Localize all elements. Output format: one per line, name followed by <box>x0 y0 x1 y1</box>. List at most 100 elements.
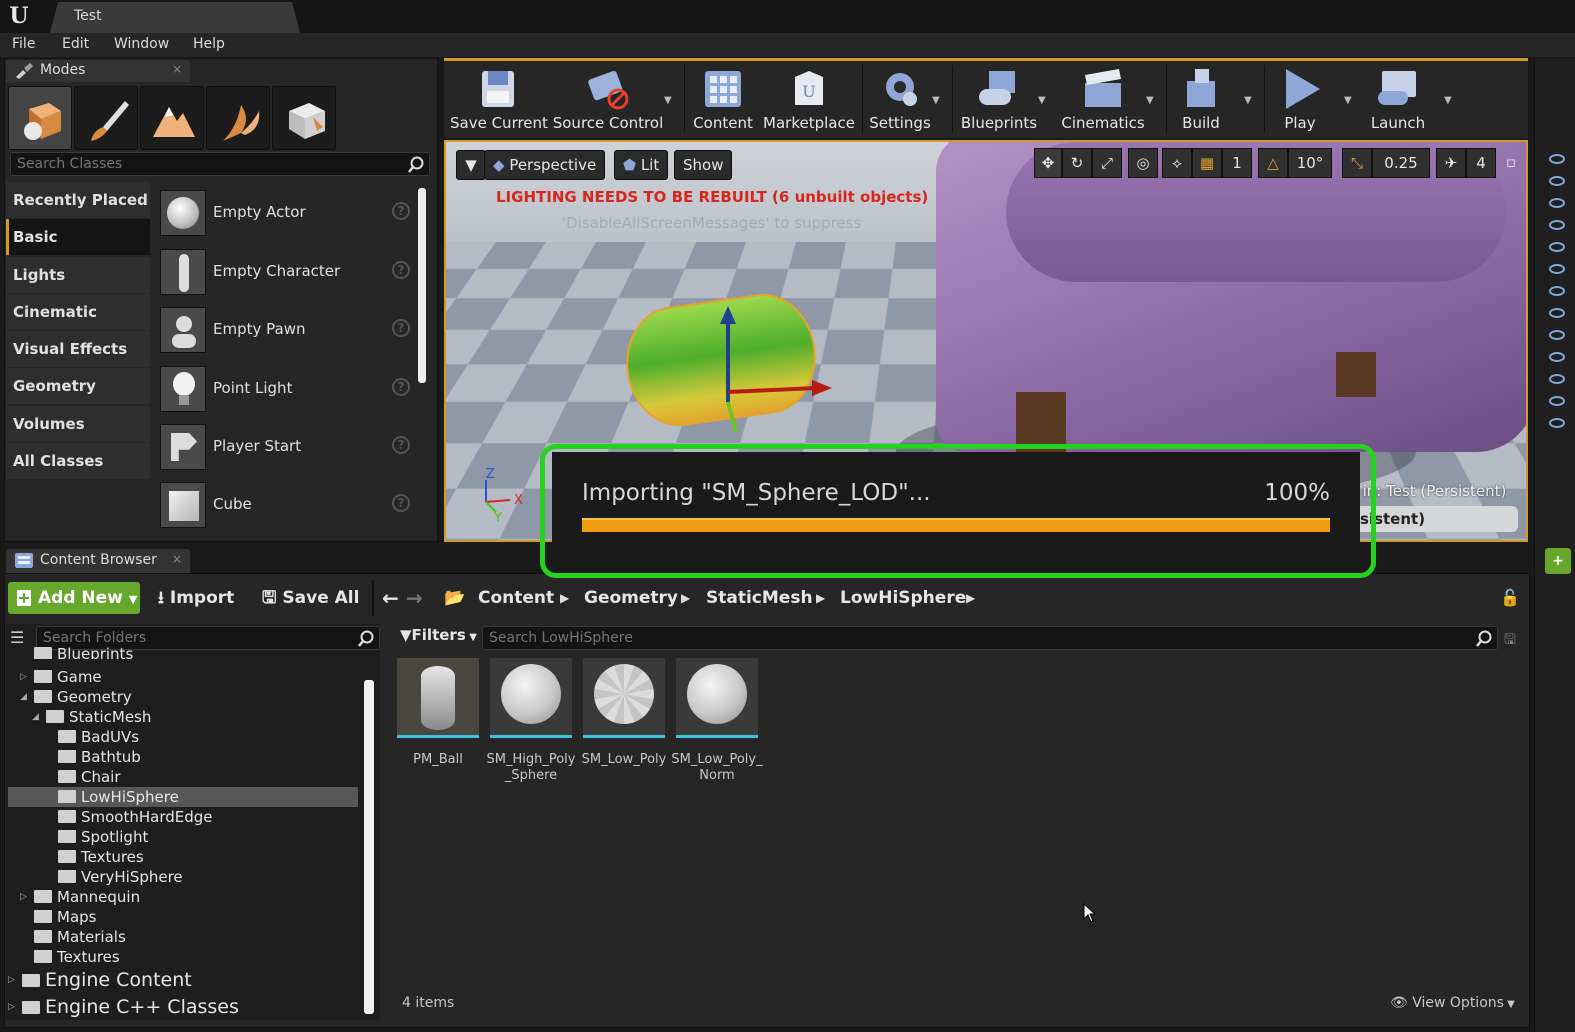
chevron-down-icon[interactable]: ▼ <box>1344 95 1352 106</box>
close-icon[interactable]: × <box>172 552 182 566</box>
tree-item-geometry[interactable]: ◢ Geometry <box>20 687 132 707</box>
place-item-empty-character[interactable]: Empty Character ? <box>156 245 416 303</box>
visibility-eye-icon[interactable] <box>1549 154 1565 164</box>
level-tab[interactable]: Test <box>50 2 300 33</box>
asset-tile[interactable]: SM_High_Poly _Sphere <box>487 658 575 788</box>
tree-item-game[interactable]: ▷ Game <box>20 667 102 687</box>
collapse-arrow-icon[interactable]: ◢ <box>20 687 27 707</box>
search-folders-field[interactable] <box>37 627 345 649</box>
visibility-eye-icon[interactable] <box>1549 242 1565 252</box>
tree-item-veryhisphere[interactable]: VeryHiSphere <box>58 867 183 887</box>
expand-arrow-icon[interactable]: ▷ <box>8 967 15 993</box>
search-classes-field[interactable] <box>11 153 388 175</box>
geometry-mode-button[interactable] <box>272 86 336 150</box>
add-component-icon[interactable]: + <box>1545 548 1571 574</box>
modes-tab[interactable]: Modes × <box>6 60 190 82</box>
menu-help[interactable]: Help <box>193 36 225 52</box>
help-icon[interactable]: ? <box>392 436 410 454</box>
menu-window[interactable]: Window <box>114 36 169 52</box>
visibility-eye-icon[interactable] <box>1549 198 1565 208</box>
import-button[interactable]: ⭳ Import <box>158 582 234 614</box>
world-space-icon[interactable]: ◎ <box>1128 148 1158 178</box>
content-browser-tab[interactable]: Content Browser × <box>6 549 190 573</box>
tree-item-blueprints[interactable]: Blueprints <box>34 647 133 659</box>
camera-speed-icon[interactable]: ✈ <box>1436 148 1466 178</box>
tree-item-engine-content[interactable]: ▷ Engine Content <box>8 967 192 993</box>
save-current-button[interactable]: Save Current <box>450 61 548 137</box>
category-volumes[interactable]: Volumes <box>6 406 150 442</box>
category-lights[interactable]: Lights <box>6 257 150 293</box>
menu-edit[interactable]: Edit <box>62 36 89 52</box>
breadcrumb-arrow-icon[interactable]: ▶ <box>560 582 569 614</box>
visibility-eye-icon[interactable] <box>1549 220 1565 230</box>
place-item-empty-pawn[interactable]: Empty Pawn ? <box>156 303 416 361</box>
blueprints-button[interactable]: Blueprints <box>956 61 1042 137</box>
tree-item-chair[interactable]: Chair <box>58 767 121 787</box>
breadcrumb-arrow-icon[interactable]: ▶ <box>816 582 825 614</box>
content-button[interactable]: Content <box>690 61 756 137</box>
tree-item-textures-root[interactable]: Textures <box>34 947 120 967</box>
chevron-down-icon[interactable]: ▼ <box>1146 95 1154 106</box>
show-button[interactable]: Show <box>674 150 733 180</box>
category-geometry[interactable]: Geometry <box>6 368 150 404</box>
visibility-eye-icon[interactable] <box>1549 374 1565 384</box>
asset-tile[interactable]: SM_Low_Poly_ Norm <box>671 658 763 788</box>
grid-snap-icon[interactable]: ▦ <box>1192 148 1222 178</box>
visibility-eye-icon[interactable] <box>1549 352 1565 362</box>
search-classes-input[interactable] <box>10 152 430 176</box>
source-control-button[interactable]: Source Control <box>552 61 664 137</box>
tree-item-engine-cpp[interactable]: ▷ Engine C++ Classes <box>8 994 239 1020</box>
breadcrumb-staticmesh[interactable]: StaticMesh <box>706 582 813 614</box>
breadcrumb-content[interactable]: Content <box>478 582 554 614</box>
tree-item-bathtub[interactable]: Bathtub <box>58 747 141 767</box>
place-item-player-start[interactable]: Player Start ? <box>156 420 416 478</box>
camera-speed-value[interactable]: 4 <box>1466 148 1496 178</box>
tree-item-mannequin[interactable]: ▷ Mannequin <box>20 887 140 907</box>
category-cinematic[interactable]: Cinematic <box>6 294 150 330</box>
build-button[interactable]: Build <box>1170 61 1232 137</box>
asset-tile[interactable]: SM_Low_Poly <box>582 658 666 788</box>
perspective-button[interactable]: ◆ Perspective <box>484 150 606 180</box>
help-icon[interactable]: ? <box>392 378 410 396</box>
help-icon[interactable]: ? <box>392 319 410 337</box>
tree-item-maps[interactable]: Maps <box>34 907 96 927</box>
translate-mode-icon[interactable]: ✥ <box>1034 148 1062 178</box>
transform-gizmo[interactable] <box>696 302 846 442</box>
chevron-down-icon[interactable]: ▼ <box>932 95 940 106</box>
category-all-classes[interactable]: All Classes <box>6 443 150 479</box>
tree-item-staticmesh[interactable]: ◢ StaticMesh <box>32 707 151 727</box>
viewport-options-button[interactable]: ▼ <box>456 150 486 180</box>
landscape-mode-button[interactable] <box>140 86 204 150</box>
visibility-eye-icon[interactable] <box>1549 308 1565 318</box>
help-icon[interactable]: ? <box>392 494 410 512</box>
tree-item-baduvs[interactable]: BadUVs <box>58 727 139 747</box>
category-recently-placed[interactable]: Recently Placed <box>6 182 150 218</box>
tree-item-spotlight[interactable]: Spotlight <box>58 827 148 847</box>
chevron-down-icon[interactable]: ▼ <box>664 95 672 106</box>
expand-arrow-icon[interactable]: ▷ <box>20 667 27 687</box>
surface-snap-icon[interactable]: ⟡ <box>1162 148 1192 178</box>
place-mode-button[interactable] <box>8 86 72 150</box>
cinematics-button[interactable]: Cinematics <box>1056 61 1150 137</box>
tree-item-textures[interactable]: Textures <box>58 847 144 867</box>
rotation-snap-value[interactable]: 10° <box>1288 148 1332 178</box>
collapse-arrow-icon[interactable]: ◢ <box>32 707 39 727</box>
rotate-mode-icon[interactable]: ↻ <box>1062 148 1092 178</box>
search-assets-input[interactable] <box>482 626 1498 650</box>
view-options-button[interactable]: 👁 View Options ▼ <box>1390 995 1515 1011</box>
menu-file[interactable]: File <box>12 36 35 52</box>
save-search-icon[interactable]: 🖫 <box>1504 629 1516 653</box>
chevron-down-icon[interactable]: ▼ <box>1444 95 1452 106</box>
expand-arrow-icon[interactable]: ▷ <box>20 887 27 907</box>
add-new-button[interactable]: Add New ▼ <box>8 582 140 614</box>
breadcrumb-geometry[interactable]: Geometry <box>584 582 678 614</box>
breadcrumb-lowhisphere[interactable]: LowHiSphere <box>840 582 966 614</box>
settings-button[interactable]: Settings <box>866 61 934 137</box>
lit-button[interactable]: ⬟ Lit <box>614 150 669 180</box>
maximize-viewport-icon[interactable]: ▫ <box>1500 148 1522 178</box>
place-item-point-light[interactable]: Point Light ? <box>156 362 416 420</box>
history-forward-icon[interactable]: → <box>406 582 423 614</box>
tree-item-materials[interactable]: Materials <box>34 927 126 947</box>
lock-icon[interactable]: 🔓 <box>1500 588 1520 607</box>
tree-item-lowhisphere[interactable]: LowHiSphere <box>8 787 358 807</box>
